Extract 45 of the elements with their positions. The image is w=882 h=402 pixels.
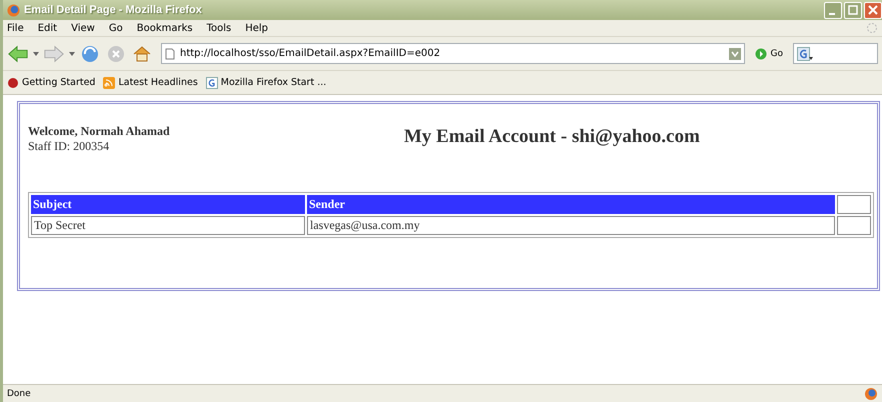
table-cell: Top Secret [31,216,305,235]
column-header: Sender [307,195,835,214]
status-text: Done [7,388,31,398]
maximize-button[interactable] [844,2,862,18]
firefox-status-icon [864,386,878,400]
rss-icon [103,76,116,88]
close-icon [866,3,880,17]
throbber-icon [866,22,878,34]
stop-icon[interactable] [105,44,127,64]
menu-item[interactable]: Tools [206,22,232,34]
address-field[interactable]: http://localhost/sso/EmailDetail.aspx?EmailID=e002 [161,43,745,64]
staff-id-text: Staff ID: 200354 [28,139,110,154]
column-header: Subject [31,195,305,214]
page-heading: My Email Account - shi@yahoo.com [404,126,700,148]
dropdown-icon[interactable] [33,52,39,56]
menu-item[interactable]: View [71,22,95,34]
search-field[interactable] [793,43,878,64]
dropdown-icon[interactable] [728,48,741,60]
menu-item[interactable]: Go [108,22,123,34]
back-arrow-icon[interactable] [7,44,29,64]
menu-item[interactable]: Bookmarks [136,22,193,34]
google-icon [206,76,218,88]
minimize-button[interactable] [824,2,842,18]
globe-icon [7,4,20,16]
menu-item[interactable]: File [7,22,24,34]
page-icon [165,48,175,60]
menu-item[interactable]: Edit [38,22,58,34]
close-button[interactable] [864,2,882,18]
empty-cell [837,216,871,235]
welcome-text: Welcome, Normah Ahamad [28,124,171,139]
bookmark-link[interactable]: Latest Headlines [103,76,198,88]
bookmark-link[interactable]: Getting Started [7,76,96,88]
play-icon [754,48,767,60]
window-title: Email Detail Page - Mozilla Firefox [24,4,202,16]
search-engine-icon[interactable] [797,46,813,60]
go-button[interactable]: Go [748,48,789,60]
table-cell: lasvegas@usa.com.my [307,216,835,235]
reload-icon[interactable] [79,44,101,64]
maximize-icon [846,3,860,17]
bookmark-link[interactable]: Mozilla Firefox Start ... [206,76,326,88]
menu-item[interactable]: Help [245,22,268,34]
home-icon[interactable] [131,44,153,64]
dropdown-icon[interactable] [69,52,75,56]
minimize-icon [829,13,835,15]
empty-cell [837,195,871,214]
